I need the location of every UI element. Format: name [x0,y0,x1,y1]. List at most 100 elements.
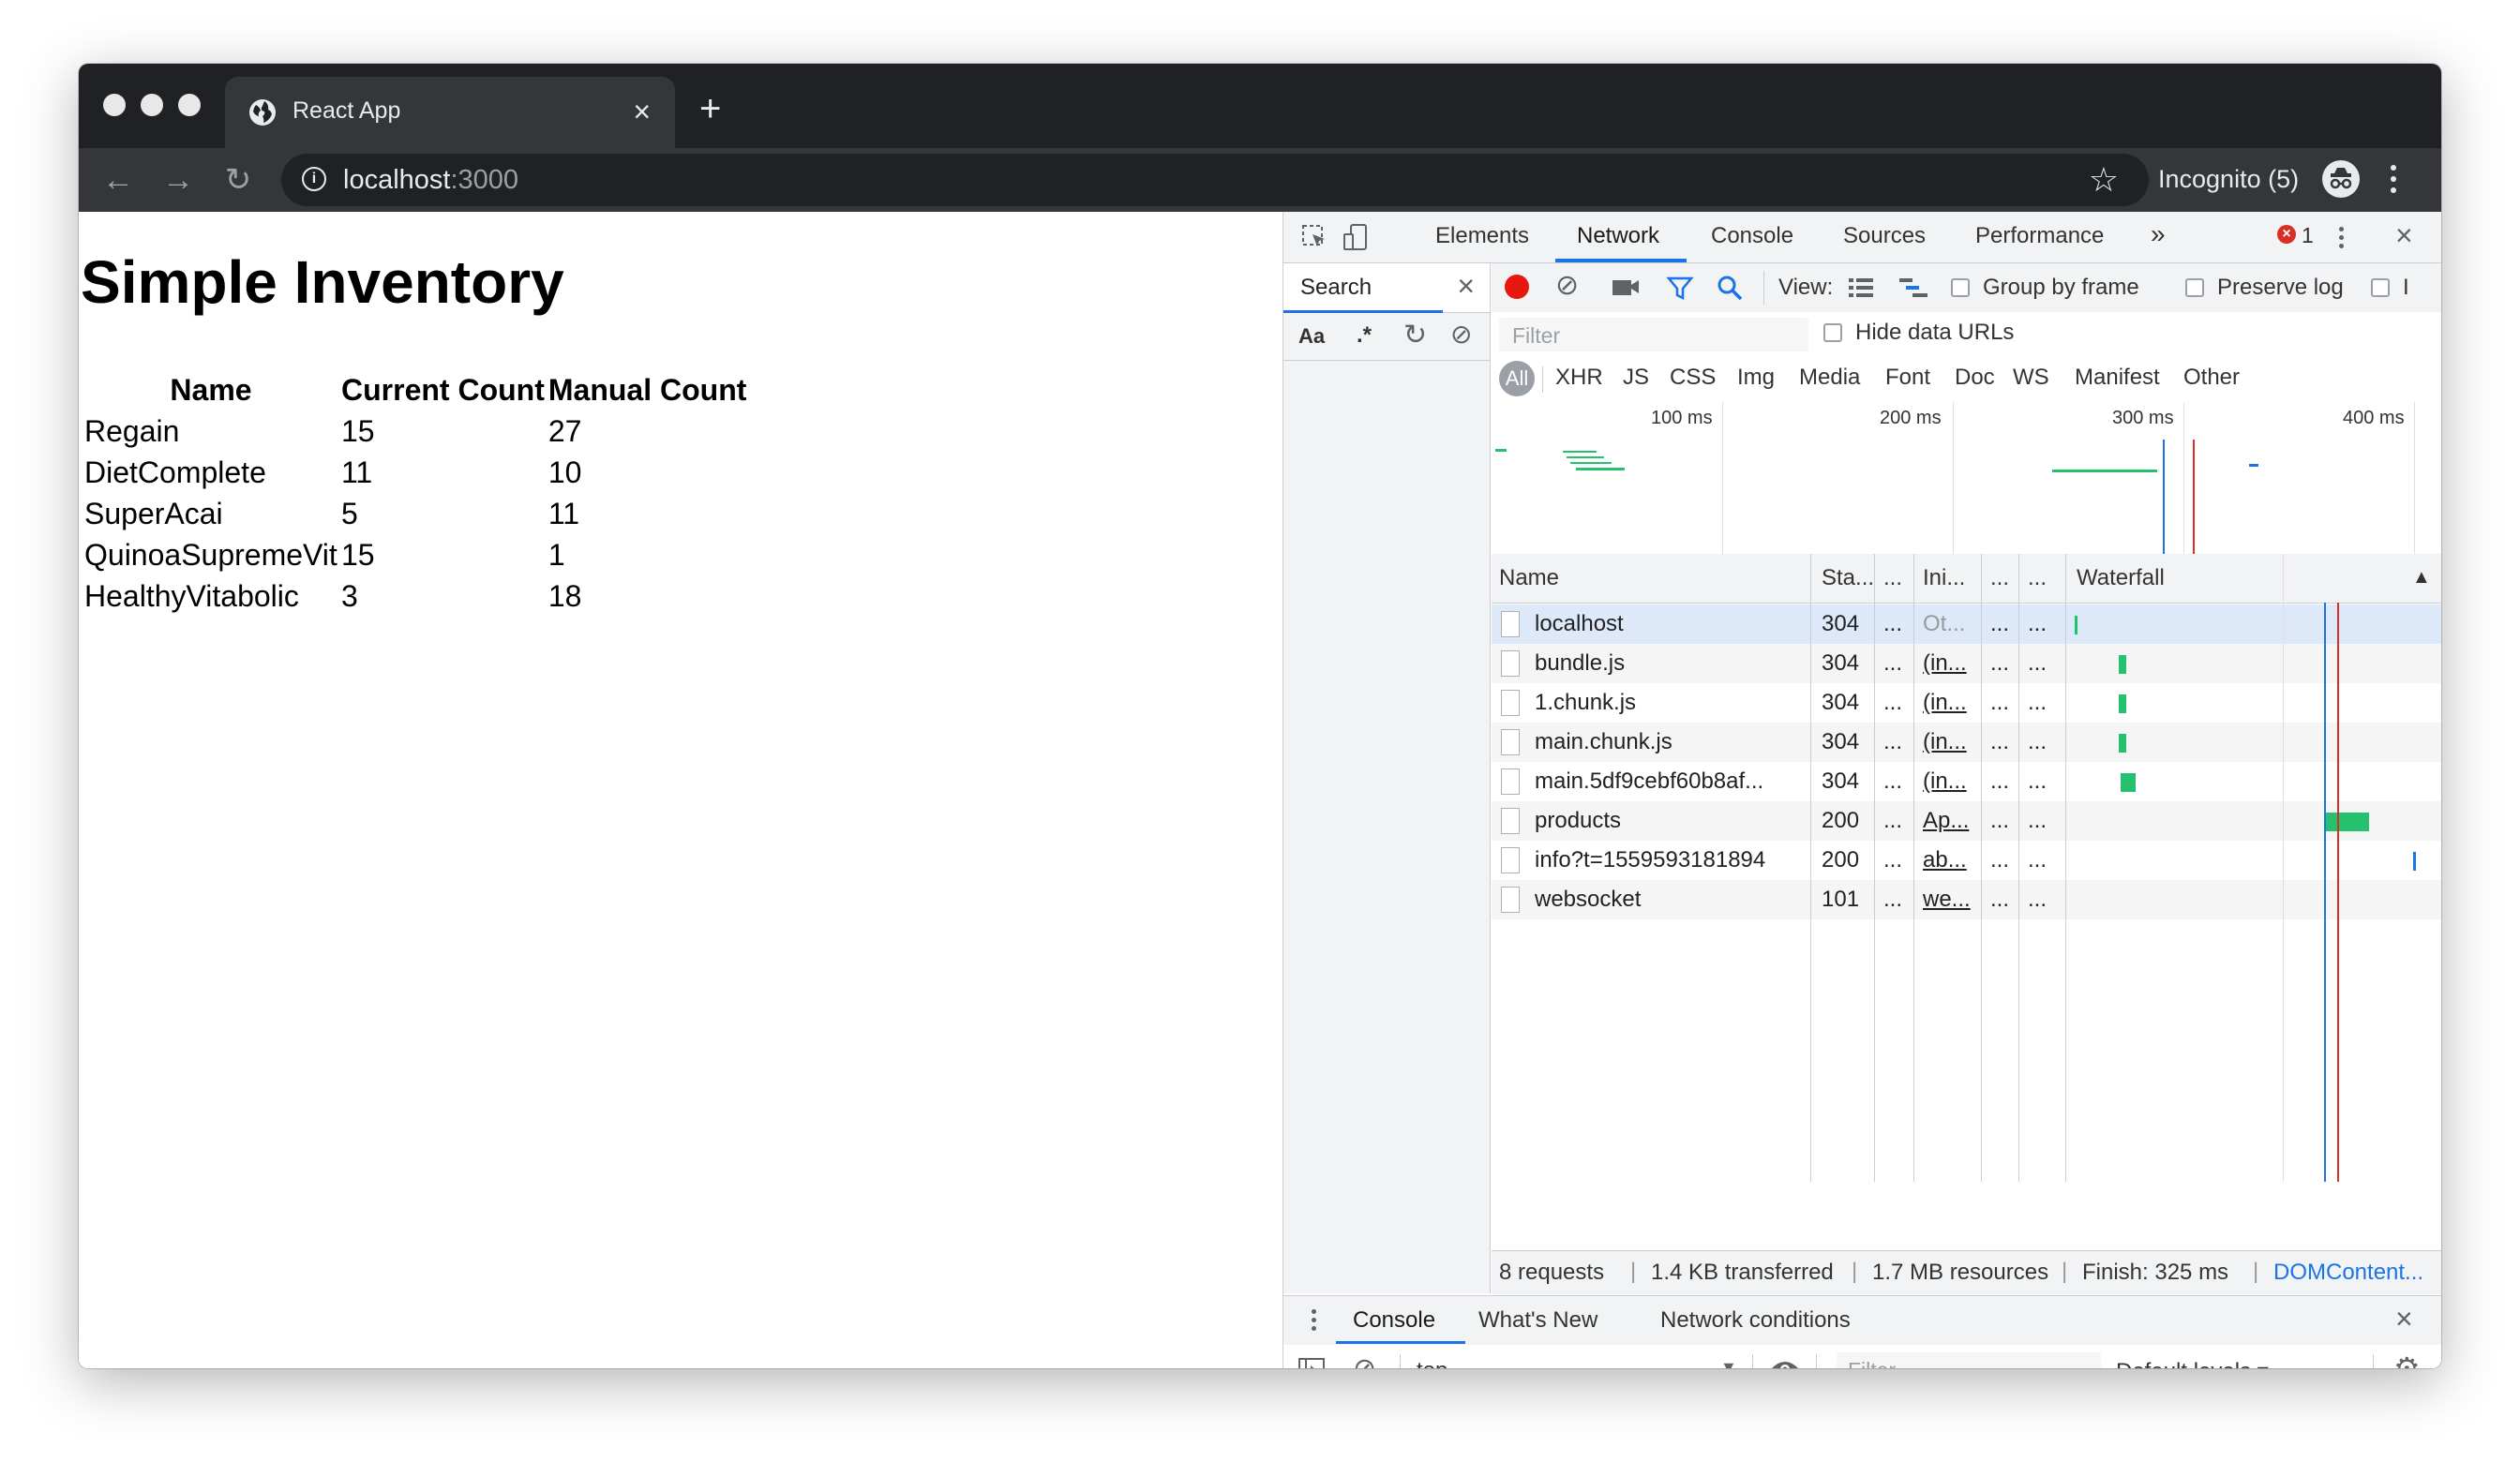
group-by-frame-checkbox[interactable] [1951,278,1970,297]
tab-performance[interactable]: Performance [1975,223,2104,249]
sort-ascending-icon[interactable]: ▲ [2412,567,2431,589]
zoom-window-button[interactable] [178,94,201,116]
type-filter-ws[interactable]: WS [2013,365,2049,391]
column-header-initiator[interactable]: Ini... [1923,565,1965,591]
disable-cache-checkbox[interactable] [2371,278,2390,297]
preserve-log-checkbox[interactable] [2185,278,2204,297]
type-filter-xhr[interactable]: XHR [1555,365,1603,391]
type-filter-js[interactable]: JS [1623,365,1649,391]
waterfall-bar [2324,813,2369,831]
clear-search-icon[interactable]: ⊘ [1450,319,1472,350]
filter-funnel-icon[interactable] [1666,275,1694,303]
reload-icon[interactable]: ↻ [219,161,257,199]
close-window-button[interactable] [103,94,126,116]
request-row[interactable]: bundle.js 304... (in......... [1492,644,2441,683]
request-row[interactable]: 1.chunk.js 304... (in......... [1492,683,2441,723]
request-row[interactable]: main.5df9cebf60b8af... 304... (in......... [1492,762,2441,801]
manual-count-cell: 11 [548,496,580,530]
type-filter-all[interactable]: All [1499,361,1535,396]
close-search-icon[interactable]: × [1457,269,1475,304]
column-header-time[interactable]: ... [2028,565,2047,591]
tab-close-icon[interactable]: × [633,96,651,127]
drawer-menu-icon[interactable] [1312,1307,1317,1331]
screenshot-camera-icon[interactable] [1612,276,1640,297]
refresh-search-icon[interactable]: ↻ [1403,319,1427,351]
column-header-size[interactable]: ... [1990,565,2009,591]
tab-sources[interactable]: Sources [1843,223,1926,249]
drawer-tab-whats-new[interactable]: What's New [1478,1307,1598,1334]
context-dropdown-icon[interactable]: ▼ [1720,1358,1737,1368]
request-initiator-cell[interactable]: (in... [1923,690,1979,716]
console-settings-gear-icon[interactable]: ⚙ [2393,1350,2421,1368]
browser-menu-icon[interactable] [2389,161,2398,199]
device-toolbar-icon[interactable] [1342,223,1370,251]
type-filter-font[interactable]: Font [1885,365,1930,391]
error-count[interactable]: 1 [2302,223,2314,248]
console-sidebar-icon[interactable] [1298,1358,1325,1368]
more-tabs-icon[interactable]: » [2151,219,2166,249]
request-row[interactable]: websocket 101... we......... [1492,880,2441,919]
request-row[interactable]: info?t=1559593181894 200... ab......... [1492,841,2441,880]
request-row[interactable]: localhost 304... Ot......... [1492,604,2441,644]
incognito-label[interactable]: Incognito (5) [2158,165,2299,194]
search-tab-label[interactable]: Search [1300,275,1372,301]
clear-log-icon[interactable]: ⊘ [1555,269,1579,302]
type-filter-doc[interactable]: Doc [1955,365,1995,391]
inspect-element-icon[interactable] [1300,223,1328,251]
request-row[interactable]: products 200... Ap......... [1492,801,2441,841]
new-tab-icon[interactable]: + [699,90,721,127]
log-levels-dropdown[interactable]: Default levels ▾ [2116,1358,2269,1368]
tab-network[interactable]: Network [1577,223,1659,249]
current-count-cell: 15 [341,537,375,572]
type-filter-img[interactable]: Img [1737,365,1775,391]
hide-data-urls-checkbox[interactable] [1823,323,1842,342]
record-icon[interactable] [1505,275,1529,299]
request-initiator-cell[interactable]: (in... [1923,729,1979,755]
error-icon[interactable]: × [2277,225,2296,244]
close-devtools-icon[interactable]: × [2395,220,2413,250]
match-case-toggle[interactable]: Aa [1298,324,1325,349]
large-rows-icon[interactable] [1848,276,1874,299]
request-initiator-cell[interactable]: Ap... [1923,808,1979,834]
info-icon[interactable]: i [302,167,326,191]
request-size-cell: ... [1990,847,2010,873]
type-filter-media[interactable]: Media [1799,365,1860,391]
disable-cache-label-partial: I [2403,275,2409,300]
drawer-tab-console[interactable]: Console [1353,1307,1435,1334]
console-filter-input[interactable]: Filter [1837,1352,2101,1368]
forward-arrow-icon[interactable]: → [159,161,197,199]
column-header-status[interactable]: Sta... [1822,565,1874,591]
column-header-name[interactable]: Name [1499,565,1559,591]
drawer-tab-network-conditions[interactable]: Network conditions [1660,1307,1851,1334]
network-overview-timeline[interactable]: 100 ms 200 ms 300 ms 400 ms [1492,402,2441,555]
close-drawer-icon[interactable]: × [2395,1302,2413,1336]
network-filter-input[interactable]: Filter [1499,318,1808,351]
type-filter-css[interactable]: CSS [1670,365,1716,391]
request-initiator-cell[interactable]: we... [1923,887,1979,913]
tab-elements[interactable]: Elements [1435,223,1529,249]
back-arrow-icon[interactable]: ← [99,161,137,199]
minimize-window-button[interactable] [141,94,163,116]
tab-console[interactable]: Console [1711,223,1793,249]
incognito-icon[interactable] [2321,159,2361,199]
address-bar[interactable]: i localhost:3000 ☆ [281,154,2149,206]
column-header-type[interactable]: ... [1883,565,1902,591]
regex-toggle[interactable]: .* [1357,322,1372,349]
browser-tab[interactable]: React App × [225,77,675,148]
bookmark-star-icon[interactable]: ☆ [2089,161,2119,199]
waterfall-bar [2118,655,2126,674]
context-selector[interactable]: top [1417,1358,1448,1368]
column-header-waterfall[interactable]: Waterfall [2077,565,2165,591]
request-initiator-cell[interactable]: Ot... [1923,611,1979,637]
type-filter-other[interactable]: Other [2183,365,2240,391]
request-initiator-cell[interactable]: ab... [1923,847,1979,873]
clear-console-icon[interactable]: ⊘ [1353,1352,1376,1368]
search-icon[interactable] [1715,273,1745,303]
devtools-menu-icon[interactable] [2339,225,2347,248]
live-expression-eye-icon[interactable] [1769,1358,1801,1368]
overview-waterfall-icon[interactable] [1898,276,1928,299]
request-initiator-cell[interactable]: (in... [1923,768,1979,795]
request-initiator-cell[interactable]: (in... [1923,650,1979,677]
type-filter-manifest[interactable]: Manifest [2075,365,2160,391]
request-row[interactable]: main.chunk.js 304... (in......... [1492,723,2441,762]
